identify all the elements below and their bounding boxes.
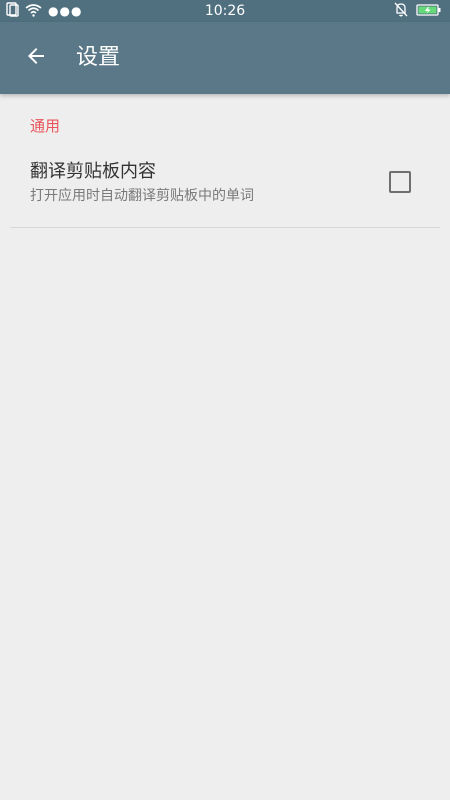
arrow-left-icon xyxy=(24,44,48,72)
page-title: 设置 xyxy=(76,45,121,70)
status-right-icons xyxy=(394,2,442,21)
notifications-off-icon xyxy=(394,2,408,21)
back-button[interactable] xyxy=(14,36,58,80)
app-bar: 设置 xyxy=(0,22,450,94)
setting-title: 翻译剪贴板内容 xyxy=(30,161,156,182)
section-header-general: 通用 xyxy=(30,117,61,135)
divider xyxy=(10,227,440,228)
setting-translate-clipboard[interactable]: 翻译剪贴板内容 打开应用时自动翻译剪贴板中的单词 xyxy=(0,148,450,224)
status-bar: ●●● 10:26 xyxy=(0,0,450,22)
setting-summary: 打开应用时自动翻译剪贴板中的单词 xyxy=(30,188,254,204)
translate-clipboard-checkbox[interactable] xyxy=(389,171,411,193)
status-time: 10:26 xyxy=(204,3,246,19)
battery-charging-icon xyxy=(416,2,442,21)
